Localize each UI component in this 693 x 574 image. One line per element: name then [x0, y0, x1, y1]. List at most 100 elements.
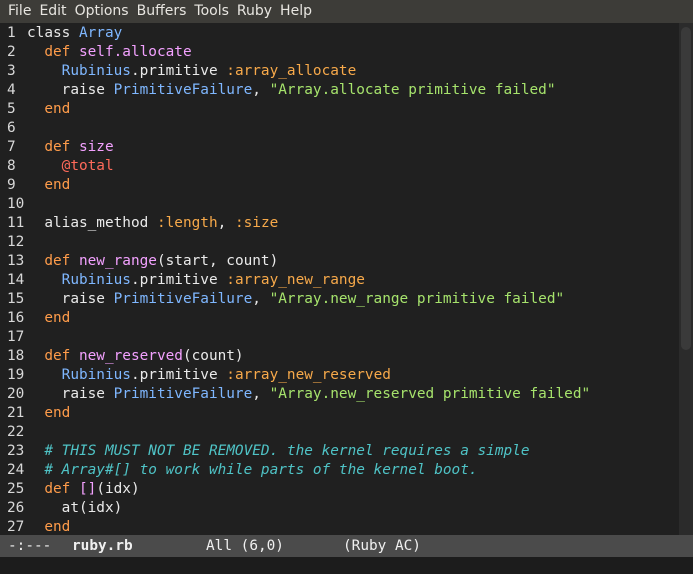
code-token: , [252, 291, 270, 307]
line-number: 13 [7, 253, 25, 269]
code-line[interactable]: 11 alias_method :length, :size [0, 214, 278, 233]
code-token: @total [61, 158, 114, 174]
code-line[interactable]: 5 end [0, 100, 70, 119]
code-line[interactable]: 22 [0, 423, 27, 442]
code-line[interactable]: 24 # Array#[] to work while parts of the… [0, 461, 478, 480]
line-number: 7 [7, 139, 16, 155]
code-line[interactable]: 17 [0, 328, 27, 347]
code-line[interactable]: 16 end [0, 309, 70, 328]
cursor-position: All (6,0) [206, 538, 284, 554]
code-token: end [44, 310, 71, 326]
code-token: class [27, 25, 79, 41]
code-token: PrimitiveFailure [113, 82, 253, 98]
menu-buffers[interactable]: Buffers [133, 0, 191, 23]
line-number: 16 [7, 310, 25, 326]
code-line[interactable]: 3 Rubinius.primitive :array_allocate [0, 62, 356, 81]
menu-file[interactable]: File [4, 0, 35, 23]
code-token: [] [78, 481, 97, 497]
code-line[interactable]: 15 raise PrimitiveFailure, "Array.new_ra… [0, 290, 564, 309]
code-line[interactable]: 2 def self.allocate [0, 43, 192, 62]
code-line[interactable]: 1 class Array [0, 24, 122, 43]
line-number: 1 [7, 25, 16, 41]
code-line[interactable]: 18 def new_reserved(count) [0, 347, 244, 366]
code-token: new_reserved [78, 348, 183, 364]
code-line[interactable]: 8 @total [0, 157, 114, 176]
menu-help[interactable]: Help [276, 0, 316, 23]
code-line[interactable]: 20 raise PrimitiveFailure, "Array.new_re… [0, 385, 590, 404]
menu-edit[interactable]: Edit [35, 0, 70, 23]
line-number: 6 [7, 120, 16, 136]
code-line[interactable]: 19 Rubinius.primitive :array_new_reserve… [0, 366, 391, 385]
line-number: 14 [7, 272, 25, 288]
code-token: "Array.new_reserved primitive failed" [269, 386, 591, 402]
line-number: 27 [7, 519, 25, 535]
code-token: "Array.allocate primitive failed" [269, 82, 556, 98]
code-line[interactable]: 26 at(idx) [0, 499, 122, 518]
code-editor[interactable]: 1 class Array 2 def self.allocate 3 Rubiniu… [0, 23, 679, 535]
line-number: 21 [7, 405, 25, 421]
line-number: 5 [7, 101, 16, 117]
code-token: Rubinius [61, 63, 131, 79]
line-number: 2 [7, 44, 16, 60]
line-number: 10 [7, 196, 25, 212]
code-line[interactable]: 6 [0, 119, 27, 138]
code-line[interactable]: 9 end [0, 176, 70, 195]
menu-options[interactable]: Options [71, 0, 133, 23]
code-token: def [44, 481, 79, 497]
mode-line: -:--- ruby.rb All (6,0) (Ruby AC) [0, 535, 693, 557]
code-token: def [44, 139, 79, 155]
code-line[interactable]: 10 [0, 195, 27, 214]
code-line[interactable]: 7 def size [0, 138, 114, 157]
code-line[interactable]: 23 # THIS MUST NOT BE REMOVED. the kerne… [0, 442, 530, 461]
code-token: Rubinius [61, 367, 131, 383]
line-number: 22 [7, 424, 25, 440]
code-token: , [217, 215, 235, 231]
line-number: 26 [7, 500, 25, 516]
scrollbar-thumb[interactable] [681, 27, 691, 350]
code-token: def [44, 253, 79, 269]
code-token: :array_allocate [226, 63, 357, 79]
vertical-scrollbar[interactable] [679, 23, 693, 535]
code-token: raise [27, 386, 114, 402]
code-line[interactable]: 12 [0, 233, 27, 252]
menu-ruby[interactable]: Ruby [233, 0, 276, 23]
line-number: 4 [7, 82, 16, 98]
buffer-name[interactable]: ruby.rb [72, 535, 206, 557]
code-token: .primitive [130, 272, 227, 288]
code-token: def [44, 348, 79, 364]
code-token: raise [27, 291, 114, 307]
code-line[interactable]: 14 Rubinius.primitive :array_new_range [0, 271, 365, 290]
echo-area[interactable] [0, 557, 693, 574]
code-token: :length [156, 215, 218, 231]
code-token: , [252, 82, 270, 98]
code-token: .primitive [130, 63, 227, 79]
code-token: PrimitiveFailure [113, 386, 253, 402]
code-line[interactable]: 4 raise PrimitiveFailure, "Array.allocat… [0, 81, 556, 100]
line-number: 3 [7, 63, 16, 79]
line-number: 11 [7, 215, 25, 231]
code-token: (start, count) [156, 253, 279, 269]
code-line[interactable]: 27 end [0, 518, 70, 535]
menu-tools[interactable]: Tools [190, 0, 233, 23]
code-token: .primitive [130, 367, 227, 383]
code-token: def [44, 44, 79, 60]
buffer-status: -:--- [8, 538, 52, 554]
major-mode[interactable]: (Ruby AC) [343, 535, 421, 557]
code-line[interactable]: 25 def [](idx) [0, 480, 140, 499]
line-number: 23 [7, 443, 25, 459]
code-token: alias_method [27, 215, 157, 231]
code-token: raise [27, 82, 114, 98]
code-token: size [78, 139, 114, 155]
code-line[interactable]: 21 end [0, 404, 70, 423]
code-line[interactable]: 13 def new_range(start, count) [0, 252, 278, 271]
line-number: 19 [7, 367, 25, 383]
